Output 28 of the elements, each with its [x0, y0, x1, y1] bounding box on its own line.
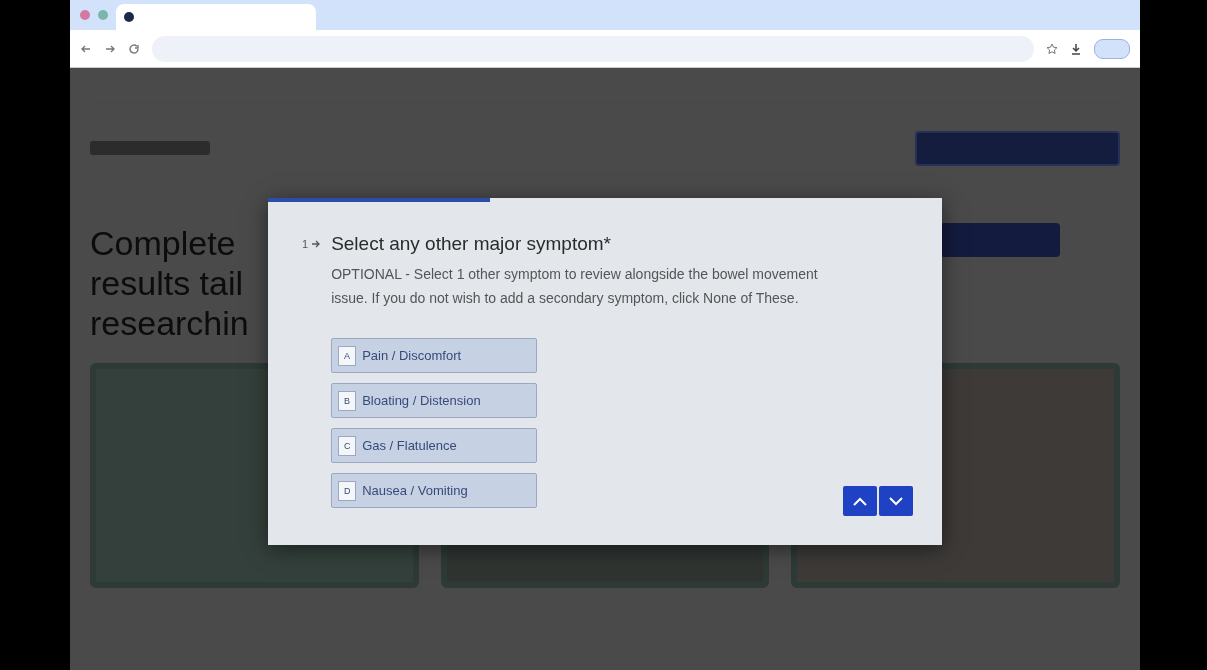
option-label: Bloating / Distension — [362, 393, 481, 408]
close-window-icon[interactable] — [80, 10, 90, 20]
favicon-icon — [124, 12, 134, 22]
option-key: B — [338, 390, 357, 411]
option-label: Nausea / Vomiting — [362, 483, 468, 498]
download-icon[interactable] — [1070, 42, 1082, 55]
hero-heading-line: Complete — [90, 223, 237, 263]
option-key: C — [338, 435, 357, 456]
hero-heading-line: results tail — [90, 263, 245, 303]
option-key: A — [338, 345, 357, 366]
reload-icon[interactable] — [128, 42, 140, 55]
answer-option[interactable]: C Gas / Flatulence — [331, 428, 538, 463]
question-title: Select any other major symptom* — [331, 232, 612, 256]
answer-option[interactable]: A Pain / Discomfort — [331, 338, 538, 373]
answer-option[interactable]: B Bloating / Distension — [331, 383, 538, 418]
star-icon[interactable] — [1046, 42, 1058, 55]
chevron-up-icon — [853, 496, 867, 506]
next-button[interactable] — [879, 486, 913, 516]
question-number: 1 — [302, 238, 309, 250]
answer-option[interactable]: D Nausea / Vomiting — [331, 473, 538, 508]
option-label: Pain / Discomfort — [362, 348, 462, 363]
previous-button[interactable] — [843, 486, 877, 516]
arrow-icon — [311, 239, 322, 249]
question-description: OPTIONAL - Select 1 other symptom to review alongside the bowel movement issue. If you do not wish to add a secondary symptom, click None of These. — [331, 265, 819, 308]
option-key: D — [338, 480, 357, 501]
option-label: Gas / Flatulence — [362, 438, 457, 453]
hero-heading-line: researchin — [90, 303, 249, 343]
chevron-down-icon — [889, 496, 903, 506]
